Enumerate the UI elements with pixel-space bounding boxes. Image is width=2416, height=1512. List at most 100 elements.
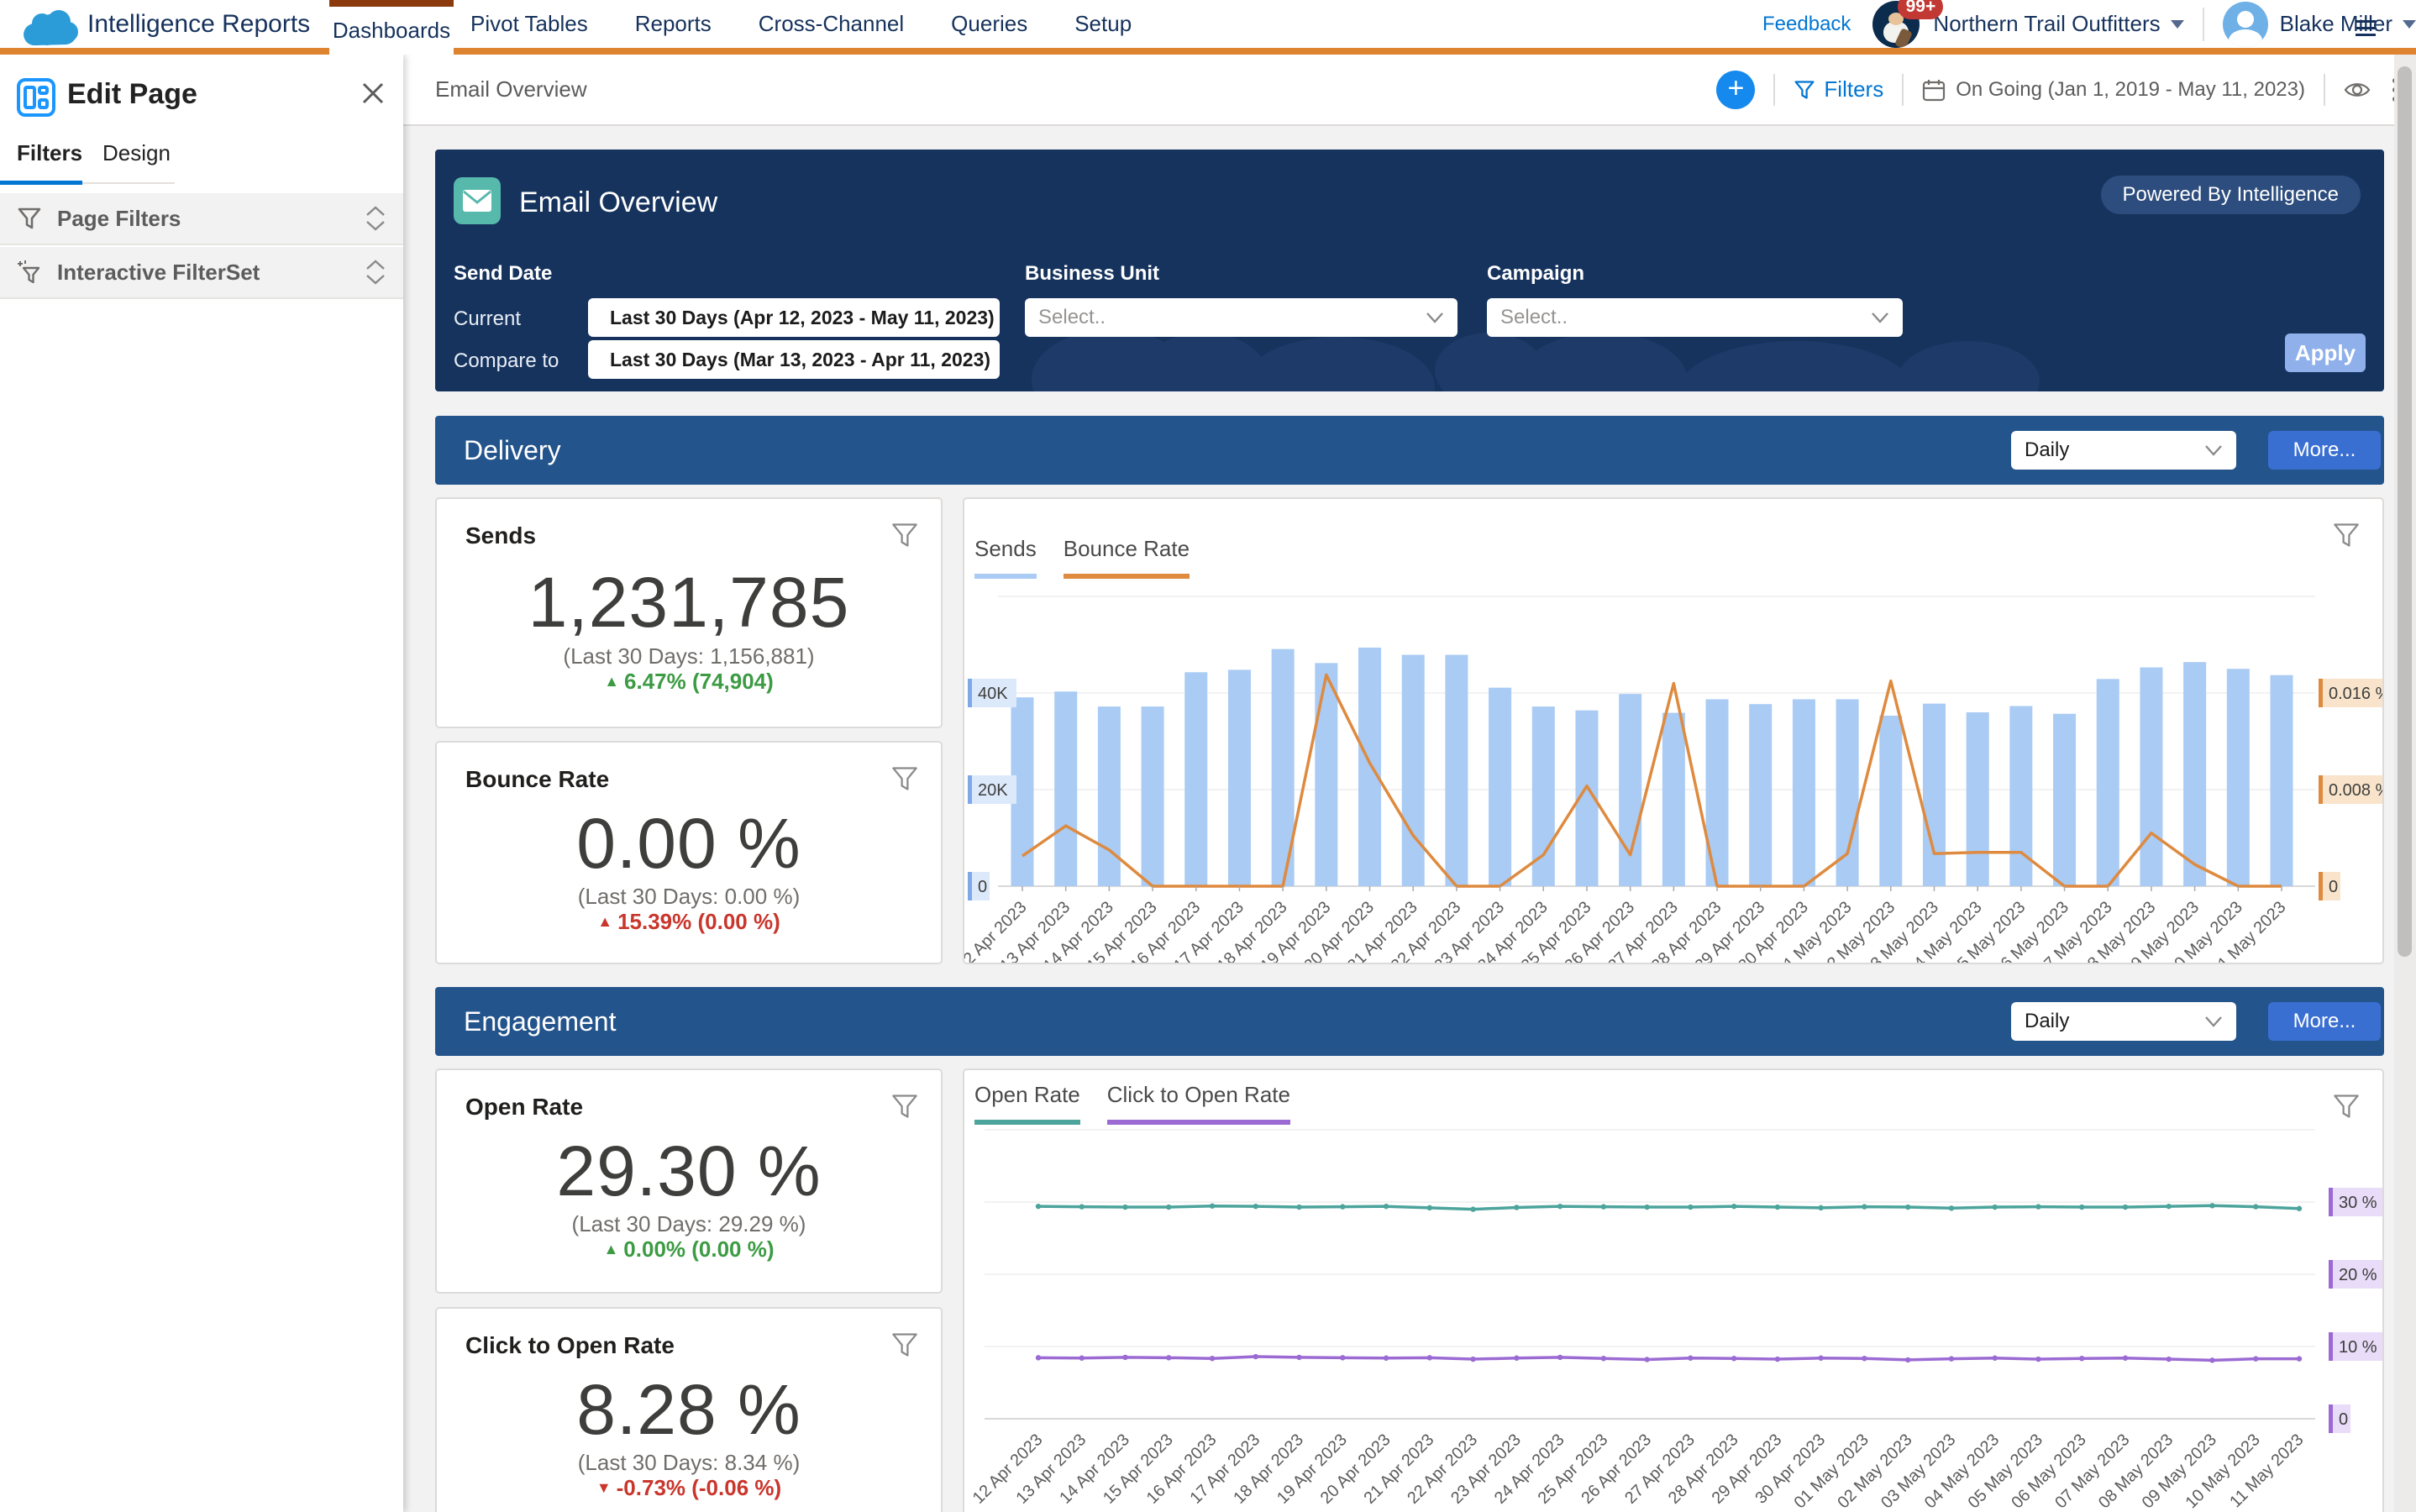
delivery-bar-line-chart[interactable]: 12 Apr 202313 Apr 202314 Apr 202315 Apr … — [964, 499, 2384, 964]
bar-30 Apr 2023[interactable] — [1793, 699, 1815, 886]
campaign-value: Select.. — [1500, 306, 1568, 329]
bar-07 May 2023[interactable] — [2097, 679, 2119, 886]
feedback-link[interactable]: Feedback — [1762, 13, 1851, 36]
svg-text:20 %: 20 % — [2339, 1266, 2377, 1284]
nav-tab-pivot-tables[interactable]: Pivot Tables — [470, 11, 588, 37]
bar-13 Apr 2023[interactable] — [1054, 691, 1077, 886]
bar-06 May 2023[interactable] — [2053, 714, 2076, 886]
nav-tab-cross-channel[interactable]: Cross-Channel — [759, 11, 904, 37]
hamburger-menu-icon[interactable] — [2356, 20, 2376, 36]
delivery-frequency-select[interactable]: Daily — [2011, 431, 2236, 470]
panel-item-interactive-filterset[interactable]: Interactive FilterSet — [0, 247, 403, 299]
bar-27 Apr 2023[interactable] — [1662, 713, 1685, 886]
bar-08 May 2023[interactable] — [2140, 668, 2162, 886]
engagement-line-chart[interactable]: 12 Apr 202313 Apr 202314 Apr 202315 Apr … — [964, 1070, 2384, 1512]
bar-16 Apr 2023[interactable] — [1184, 672, 1207, 886]
add-widget-button[interactable]: + — [1716, 71, 1755, 109]
campaign-select[interactable]: Select.. — [1487, 298, 1903, 337]
user-avatar[interactable] — [2223, 2, 2268, 47]
tab-filters[interactable]: Filters — [17, 140, 82, 166]
nav-tab-reports[interactable]: Reports — [635, 11, 712, 37]
funnel-icon[interactable] — [890, 1092, 919, 1121]
bar-28 Apr 2023[interactable] — [1706, 699, 1729, 886]
bar-14 Apr 2023[interactable] — [1098, 706, 1121, 886]
open-rate-kpi-card: Open Rate 29.30 % (Last 30 Days: 29.29 %… — [435, 1068, 943, 1294]
close-icon[interactable] — [361, 81, 385, 105]
funnel-icon[interactable] — [890, 764, 919, 793]
calendar-icon — [1922, 78, 1946, 102]
kpi-delta: ▲15.39% (0.00 %) — [437, 909, 941, 935]
bar-04 May 2023[interactable] — [1967, 712, 1989, 886]
section-title: Engagement — [464, 1006, 2011, 1037]
bar-26 Apr 2023[interactable] — [1619, 694, 1641, 886]
bar-17 Apr 2023[interactable] — [1228, 669, 1251, 886]
kpi-title: Bounce Rate — [465, 766, 609, 793]
compare-date-input[interactable]: Last 30 Days (Mar 13, 2023 - Apr 11, 202… — [588, 340, 1000, 379]
view-eye-icon[interactable] — [2344, 80, 2371, 100]
bar-03 May 2023[interactable] — [1923, 704, 1946, 886]
svg-text:0: 0 — [2339, 1410, 2348, 1429]
line-Open Rate[interactable] — [1038, 1205, 2299, 1209]
bar-29 Apr 2023[interactable] — [1749, 704, 1772, 886]
bar-22 Apr 2023[interactable] — [1445, 655, 1468, 886]
bar-11 May 2023[interactable] — [2271, 675, 2293, 886]
powered-by-badge[interactable]: Powered By Intelligence — [2101, 176, 2361, 214]
tab-design[interactable]: Design — [102, 140, 171, 166]
svg-text:0.016 %: 0.016 % — [2329, 685, 2384, 703]
svg-text:40K: 40K — [978, 685, 1008, 703]
org-caret-icon[interactable] — [2171, 20, 2184, 29]
nav-tab-setup[interactable]: Setup — [1074, 11, 1132, 37]
bar-09 May 2023[interactable] — [2183, 662, 2206, 886]
global-date-range[interactable]: On Going (Jan 1, 2019 - May 11, 2023) — [1922, 78, 2305, 102]
scrollbar-thumb[interactable] — [2398, 66, 2412, 957]
engagement-more-button[interactable]: More... — [2268, 1002, 2381, 1041]
bar-10 May 2023[interactable] — [2227, 669, 2250, 886]
engagement-frequency-select[interactable]: Daily — [2011, 1002, 2236, 1041]
funnel-icon[interactable] — [890, 521, 919, 549]
bar-21 Apr 2023[interactable] — [1402, 655, 1425, 886]
delivery-section-bar: Delivery Daily More... — [435, 416, 2384, 485]
nav-tab-dashboards[interactable]: Dashboards — [329, 0, 454, 55]
bar-19 Apr 2023[interactable] — [1315, 663, 1337, 886]
reorder-chevrons-icon[interactable] — [365, 260, 386, 285]
line-Bounce Rate[interactable] — [1022, 675, 2282, 886]
funnel-icon[interactable] — [890, 1331, 919, 1359]
cloud-decoration — [1678, 341, 1914, 391]
notification-badge[interactable]: 99+ — [1898, 0, 1943, 19]
nav-tab-queries[interactable]: Queries — [951, 11, 1027, 37]
date-range-label: On Going (Jan 1, 2019 - May 11, 2023) — [1956, 78, 2305, 102]
apply-button[interactable]: Apply — [2285, 333, 2366, 372]
kpi-title: Click to Open Rate — [465, 1332, 675, 1359]
frequency-value: Daily — [2025, 438, 2069, 462]
bar-20 Apr 2023[interactable] — [1358, 648, 1381, 886]
dashboard-toolbar: Email Overview + Filters On Going (Jan 1… — [403, 55, 2416, 126]
page-scrollbar[interactable] — [2394, 55, 2416, 1512]
bar-23 Apr 2023[interactable] — [1489, 688, 1511, 886]
kpi-subtitle: (Last 30 Days: 0.00 %) — [437, 884, 941, 910]
svg-text:0: 0 — [2329, 878, 2338, 896]
line-Click to Open Rate[interactable] — [1038, 1357, 2299, 1360]
bar-02 May 2023[interactable] — [1879, 716, 1902, 886]
nav-tabs: Pivot Tables Reports Cross-Channel Queri… — [470, 0, 1132, 48]
active-tab-indicator — [0, 181, 82, 185]
compare-label: Compare to — [454, 349, 559, 373]
user-caret-icon[interactable] — [2403, 20, 2416, 29]
kpi-delta: ▲6.47% (74,904) — [437, 669, 941, 695]
filters-button[interactable]: Filters — [1794, 76, 1883, 102]
funnel-icon — [17, 206, 42, 231]
page-layout-icon — [17, 78, 55, 117]
sends-kpi-card: Sends 1,231,785 (Last 30 Days: 1,156,881… — [435, 497, 943, 728]
trend-arrow-icon: ▲ — [604, 673, 619, 690]
delivery-more-button[interactable]: More... — [2268, 431, 2381, 470]
bar-15 Apr 2023[interactable] — [1142, 706, 1164, 886]
current-date-input[interactable]: Last 30 Days (Apr 12, 2023 - May 11, 202… — [588, 298, 1000, 337]
org-selector[interactable]: Northern Trail Outfitters — [1933, 11, 2160, 37]
top-navbar: Intelligence Reports Dashboards Pivot Ta… — [0, 0, 2416, 55]
navbar-divider — [2203, 8, 2204, 41]
panel-item-page-filters[interactable]: Page Filters — [0, 193, 403, 245]
toolbar-divider — [2324, 74, 2325, 106]
panel-title: Edit Page — [67, 78, 197, 111]
breadcrumb[interactable]: Email Overview — [435, 55, 587, 124]
business-unit-select[interactable]: Select.. — [1025, 298, 1457, 337]
reorder-chevrons-icon[interactable] — [365, 206, 386, 231]
